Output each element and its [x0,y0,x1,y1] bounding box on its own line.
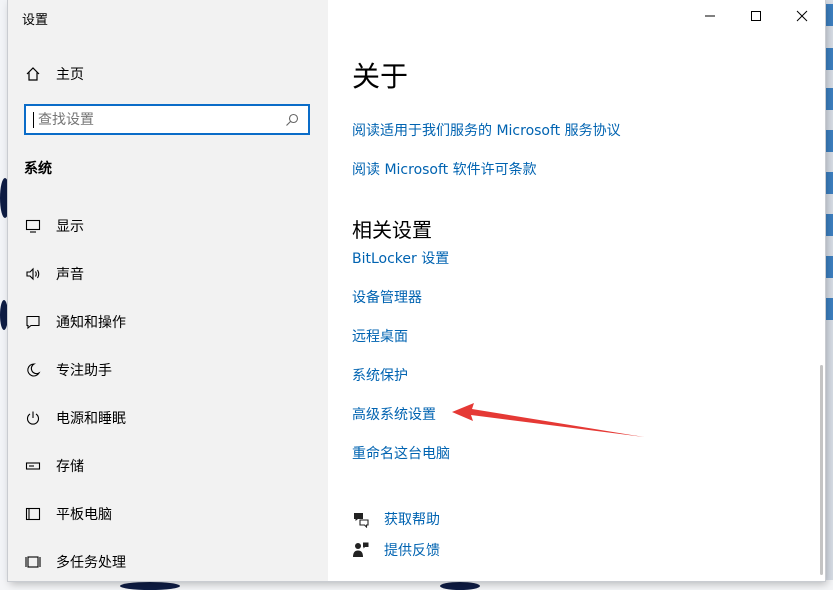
desktop-window-fragment [825,4,833,26]
monitor-icon [24,217,42,235]
get-help-label: 获取帮助 [384,512,440,528]
sidebar-item-label: 平板电脑 [56,507,112,523]
search-box[interactable] [24,104,310,135]
give-feedback-label: 提供反馈 [384,543,440,559]
sidebar-item-home[interactable]: 主页 [24,63,84,85]
desktop-left-edge [0,0,8,590]
link-remote-desktop[interactable]: 远程桌面 [352,326,408,346]
sidebar-item-label: 显示 [56,219,84,235]
link-advanced-system-settings[interactable]: 高级系统设置 [352,404,436,424]
related-settings-heading: 相关设置 [352,218,432,242]
maximize-icon [751,11,761,21]
desktop-decoration [120,582,180,590]
link-service-agreement[interactable]: 阅读适用于我们服务的 Microsoft 服务协议 [352,120,621,140]
link-bitlocker-settings[interactable]: BitLocker 设置 [352,248,449,268]
search-icon[interactable] [282,110,302,130]
desktop-window-fragment [825,48,833,70]
maximize-button[interactable] [733,0,779,32]
sidebar-item-label: 电源和睡眠 [56,411,126,427]
minimize-icon [705,15,715,17]
sidebar-section-label: 系统 [24,161,52,177]
window-controls [687,0,825,32]
link-system-protection[interactable]: 系统保护 [352,365,408,385]
sidebar-item-label: 多任务处理 [56,555,126,571]
sidebar-item-sound[interactable]: 声音 [8,254,328,294]
sidebar-item-label: 通知和操作 [56,315,126,331]
sidebar-item-label: 专注助手 [56,363,112,379]
scrollbar[interactable] [820,365,823,575]
sidebar: 设置 主页 系统 显示 声音 [8,0,328,581]
sidebar-item-label: 存储 [56,459,84,475]
link-device-manager[interactable]: 设备管理器 [352,287,422,307]
sidebar-item-tablet[interactable]: 平板电脑 [8,494,328,534]
give-feedback-link[interactable]: 提供反馈 [352,540,440,560]
moon-icon [24,361,42,379]
power-icon [24,409,42,427]
desktop-window-fragment [825,214,833,236]
desktop-window-fragment [825,88,833,110]
home-icon [24,65,42,83]
desktop-window-fragment [825,172,833,194]
storage-icon [24,457,42,475]
desktop-decoration [0,300,8,330]
main-content: 关于 阅读适用于我们服务的 Microsoft 服务协议 阅读 Microsof… [328,0,825,581]
sidebar-item-focus-assist[interactable]: 专注助手 [8,350,328,390]
get-help-link[interactable]: 获取帮助 [352,509,440,529]
settings-window: 设置 主页 系统 显示 声音 [8,0,825,581]
page-title: 关于 [352,60,409,93]
desktop-window-fragment [825,130,833,152]
close-button[interactable] [779,0,825,32]
sidebar-item-multitasking[interactable]: 多任务处理 [8,542,328,581]
feedback-icon [352,541,370,559]
link-license-terms[interactable]: 阅读 Microsoft 软件许可条款 [352,159,537,179]
desktop-window-fragment [825,256,833,278]
sidebar-item-label: 主页 [56,67,84,83]
speaker-icon [24,265,42,283]
window-title: 设置 [22,13,49,28]
desktop-decoration [440,582,480,590]
desktop-window-fragment [825,298,833,320]
help-chat-icon [352,510,370,528]
minimize-button[interactable] [687,0,733,32]
search-input[interactable] [34,111,282,128]
multitask-icon [24,553,42,571]
close-icon [796,10,808,22]
sidebar-item-display[interactable]: 显示 [8,206,328,246]
tablet-icon [24,505,42,523]
sidebar-item-notifications[interactable]: 通知和操作 [8,302,328,342]
sidebar-item-storage[interactable]: 存储 [8,446,328,486]
sidebar-item-power-sleep[interactable]: 电源和睡眠 [8,398,328,438]
sidebar-item-label: 声音 [56,267,84,283]
notification-icon [24,313,42,331]
link-rename-pc[interactable]: 重命名这台电脑 [352,443,450,463]
